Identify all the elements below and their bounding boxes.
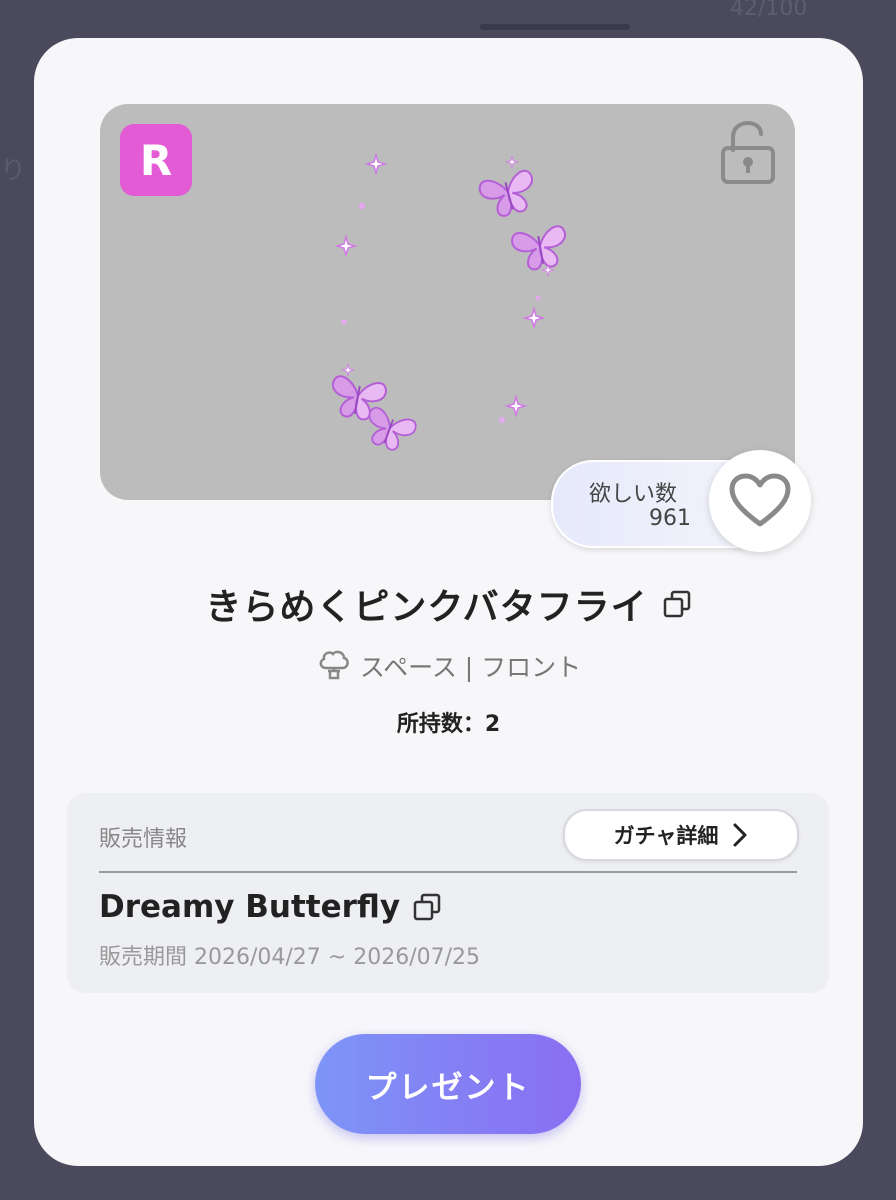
item-title-row: きらめくピンクバタフライ — [34, 578, 863, 630]
item-category: スペース | フロント — [359, 653, 582, 682]
sales-period: 販売期間 2026/04/27 ~ 2026/07/25 — [99, 945, 481, 970]
present-button[interactable]: プレゼント — [315, 1034, 581, 1134]
item-category-row: スペース | フロント — [34, 648, 863, 684]
wishlist-label: 欲しい数 — [589, 482, 678, 507]
gacha-name: Dreamy Butterfly — [99, 889, 401, 925]
sales-info-label: 販売情報 — [99, 827, 188, 852]
copy-gacha-name-icon[interactable] — [412, 892, 442, 922]
heart-outline-icon — [729, 473, 791, 527]
sales-divider — [99, 871, 797, 873]
rarity-badge: R — [120, 124, 192, 196]
butterfly-effect-image — [326, 154, 572, 456]
wishlist-count: 961 — [649, 506, 691, 531]
item-detail-modal: R 欲しい数 961 きらめくピンクバタフライ スペース | フロント 所持数：… — [34, 38, 863, 1166]
item-preview: R — [100, 104, 795, 500]
copy-title-icon[interactable] — [662, 589, 692, 619]
unlock-icon — [721, 120, 775, 184]
gacha-name-row: Dreamy Butterfly — [99, 889, 442, 925]
owned-count: 所持数：2 — [396, 712, 501, 737]
sales-info-card: 販売情報 ガチャ詳細 Dreamy Butterfly 販売期間 2026/04… — [67, 793, 829, 993]
gacha-detail-label: ガチャ詳細 — [613, 824, 719, 848]
tree-icon — [319, 650, 349, 680]
chevron-right-icon — [733, 823, 747, 847]
gacha-detail-button[interactable]: ガチャ詳細 — [563, 809, 799, 861]
background-edge-text: り — [0, 156, 27, 186]
item-title: きらめくピンクバタフライ — [205, 587, 648, 628]
background-counter: 42/100 — [730, 0, 808, 21]
present-button-label: プレゼント — [365, 1069, 531, 1106]
background-handle — [480, 24, 630, 30]
wishlist-heart-button[interactable] — [709, 450, 811, 552]
